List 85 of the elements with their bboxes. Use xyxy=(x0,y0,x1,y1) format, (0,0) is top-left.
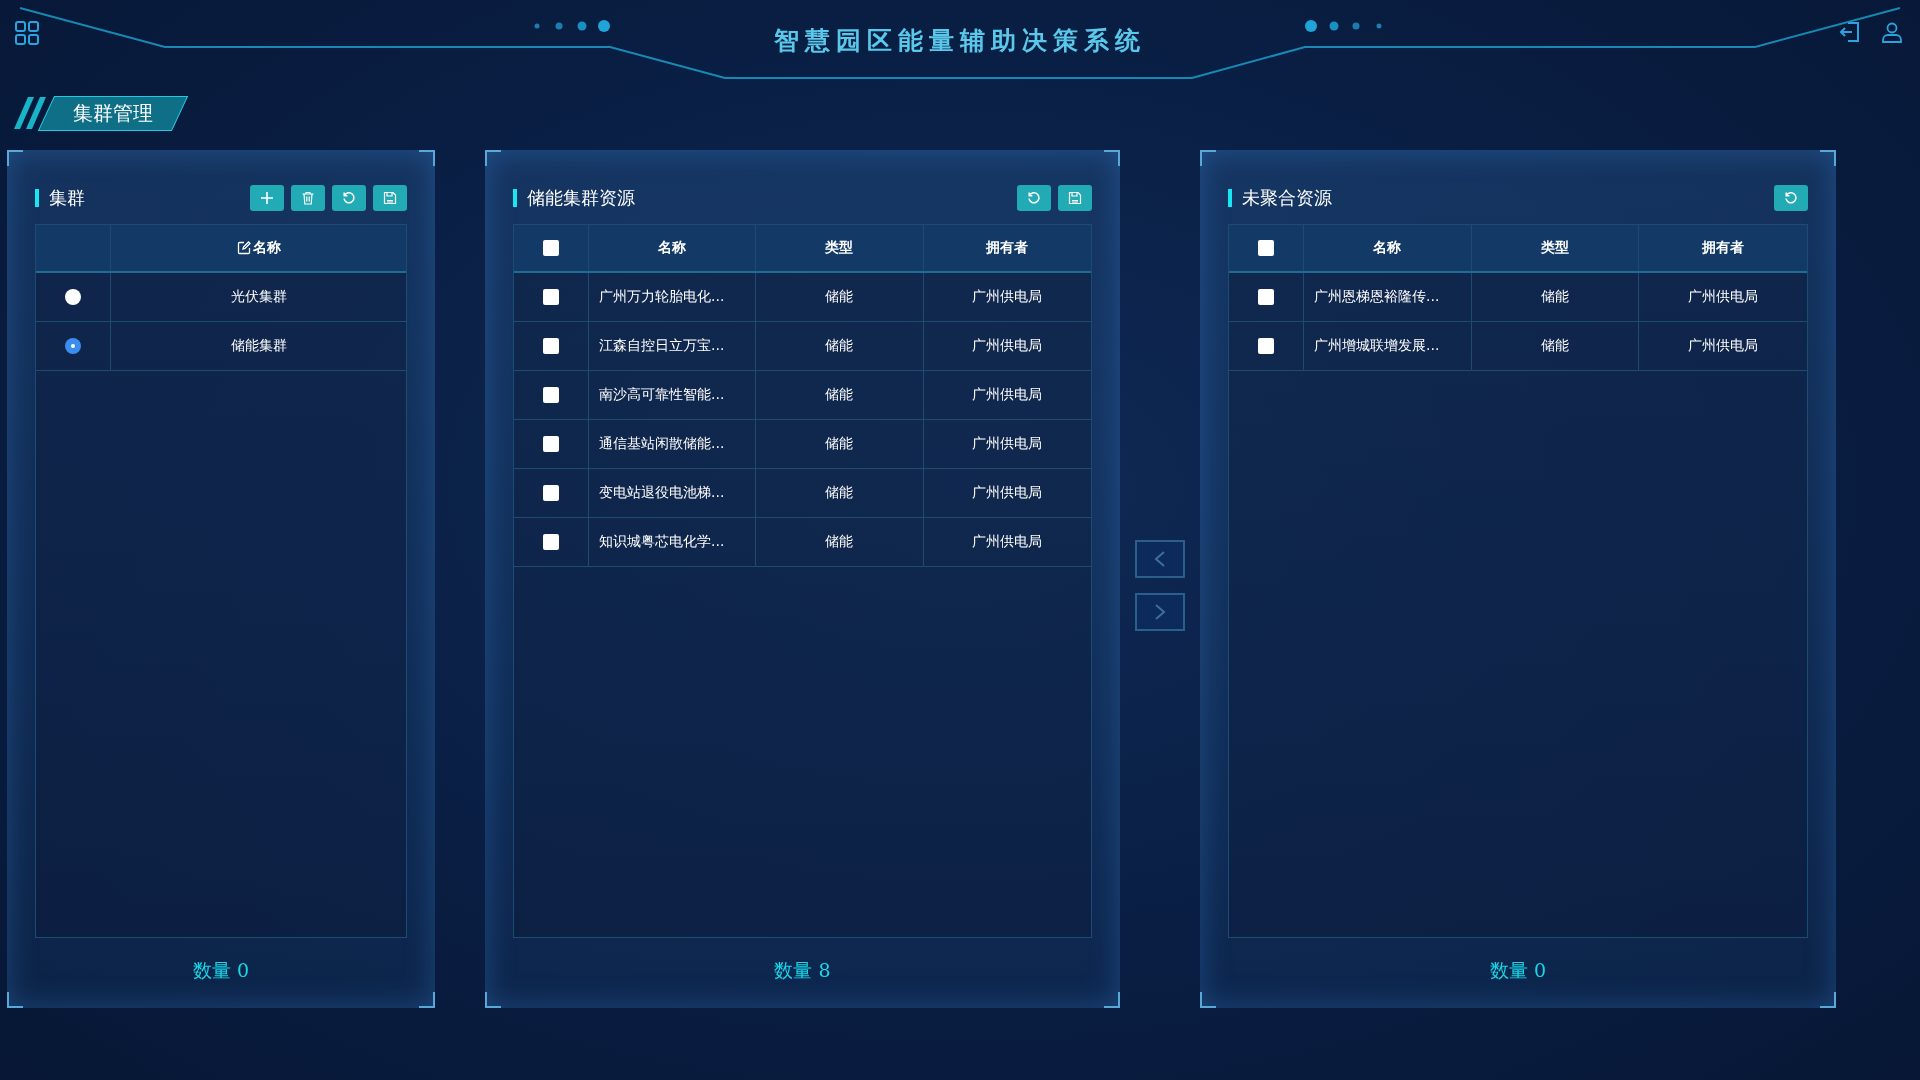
corner-bracket xyxy=(1820,992,1836,1008)
plus-icon xyxy=(259,190,275,206)
table-cell: 储能 xyxy=(756,322,924,370)
table-cell-text: 广州供电局 xyxy=(971,483,1044,502)
row-checkbox[interactable] xyxy=(543,387,559,403)
table-cell: 储能 xyxy=(756,273,924,321)
edit-icon xyxy=(236,241,251,255)
save-icon xyxy=(382,190,398,206)
table-cell: 变电站退役电池梯... xyxy=(589,469,757,517)
move-left-button[interactable] xyxy=(1135,540,1185,578)
table-cell: 知识城粤芯电化学... xyxy=(589,518,757,566)
save-button[interactable] xyxy=(373,185,407,211)
refresh-button[interactable] xyxy=(1017,185,1051,211)
corner-bracket xyxy=(419,992,435,1008)
save-button[interactable] xyxy=(1058,185,1092,211)
select-all-checkbox[interactable] xyxy=(543,240,559,256)
app-title: 智慧园区能量辅助决策系统 xyxy=(774,25,1146,57)
refresh-icon xyxy=(1026,190,1042,206)
count-label: 数量 8 xyxy=(773,958,832,980)
panel-title: 未聚合资源 xyxy=(1242,186,1332,210)
table-cell-text: 广州供电局 xyxy=(971,336,1044,355)
corner-bracket xyxy=(1200,992,1216,1008)
panel-title: 储能集群资源 xyxy=(527,186,635,210)
radio-button[interactable] xyxy=(65,338,81,354)
table-cell: 储能 xyxy=(756,420,924,468)
add-button[interactable] xyxy=(250,185,284,211)
trash-icon xyxy=(300,190,316,206)
table-cell: 江森自控日立万宝... xyxy=(589,322,757,370)
row-checkbox[interactable] xyxy=(543,289,559,305)
table-cell-text: 光伏集群 xyxy=(229,287,288,306)
radio-button[interactable] xyxy=(65,289,81,305)
delete-button[interactable] xyxy=(291,185,325,211)
user-icon[interactable] xyxy=(1880,20,1904,44)
table-cell-text: 广州供电局 xyxy=(1687,287,1760,306)
table-cell: 广州万力轮胎电化... xyxy=(589,273,757,321)
row-checkbox[interactable] xyxy=(543,534,559,550)
refresh-button[interactable] xyxy=(1774,185,1808,211)
select-all-checkbox[interactable] xyxy=(1258,240,1274,256)
column-header: 名称 xyxy=(111,225,406,271)
row-checkbox[interactable] xyxy=(1258,289,1274,305)
count-label: 数量 0 xyxy=(1488,958,1548,980)
column-header: 名称 xyxy=(589,225,757,271)
table-cell-text: 广州供电局 xyxy=(971,287,1044,306)
move-right-button[interactable] xyxy=(1135,593,1185,631)
corner-bracket xyxy=(1820,150,1836,166)
row-checkbox[interactable] xyxy=(543,338,559,354)
table-cell: 储能 xyxy=(1471,322,1640,370)
corner-bracket xyxy=(1200,150,1216,166)
column-header: 拥有者 xyxy=(985,238,1030,257)
row-checkbox[interactable] xyxy=(1258,338,1274,354)
column-header: 拥有者 xyxy=(1701,238,1746,257)
table-cell: 广州增城联增发展... xyxy=(1304,322,1472,370)
refresh-icon xyxy=(341,190,357,206)
table-cell: 南沙高可靠性智能... xyxy=(589,371,757,419)
corner-bracket xyxy=(1104,150,1120,166)
table-cell-text: 广州供电局 xyxy=(1687,336,1760,355)
column-header: 名称 xyxy=(1304,225,1472,271)
table-cell: 储能 xyxy=(756,469,924,517)
save-icon xyxy=(1067,190,1083,206)
row-checkbox[interactable] xyxy=(543,436,559,452)
grid-menu-icon[interactable] xyxy=(14,20,40,46)
table-cell: 储能 xyxy=(1471,273,1640,321)
table-cell: 通信基站闲散储能... xyxy=(589,420,757,468)
table-cell-text: 广州供电局 xyxy=(971,532,1044,551)
column-header: 类型 xyxy=(756,225,924,271)
table-cell-text: 广州供电局 xyxy=(971,434,1044,453)
table-cell: 储能 xyxy=(756,371,924,419)
corner-bracket xyxy=(485,150,501,166)
panel-title: 集群 xyxy=(49,186,85,210)
table-cell-text: 广州供电局 xyxy=(971,385,1044,404)
refresh-icon xyxy=(1783,190,1799,206)
corner-bracket xyxy=(485,992,501,1008)
count-label: 数量 0 xyxy=(191,958,251,980)
table-cell-text: 储能集群 xyxy=(229,336,288,355)
table-cell: 储能 xyxy=(756,518,924,566)
table-cell: 广州恩梯恩裕隆传... xyxy=(1304,273,1472,321)
corner-bracket xyxy=(419,150,435,166)
column-header: 类型 xyxy=(1471,225,1640,271)
refresh-button[interactable] xyxy=(332,185,366,211)
corner-bracket xyxy=(7,992,23,1008)
corner-bracket xyxy=(7,150,23,166)
section-tab[interactable]: 集群管理 xyxy=(37,95,189,131)
corner-bracket xyxy=(1104,992,1120,1008)
row-checkbox[interactable] xyxy=(543,485,559,501)
logout-icon[interactable] xyxy=(1838,20,1862,44)
